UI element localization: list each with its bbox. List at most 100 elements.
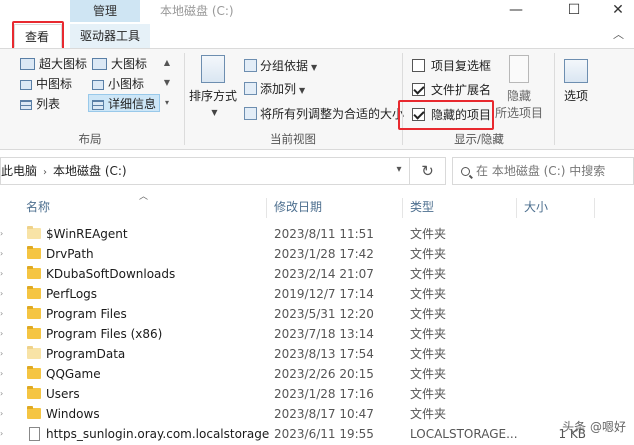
folder-icon [27,346,41,359]
window-title: 本地磁盘 (C:) [160,4,234,18]
file-name: KDubaSoftDownloads [46,267,176,281]
column-divider[interactable] [266,198,267,218]
layout-list[interactable]: 列表 [20,95,60,113]
breadcrumb-local-disk[interactable]: 本地磁盘 (C:) [53,164,127,178]
medium-icons-icon [20,80,32,90]
folder-icon [27,326,41,339]
folder-icon [27,286,41,299]
file-type: 文件夹 [410,347,447,361]
file-date-modified: 2023/2/14 21:07 [274,267,374,281]
file-name: https_sunlogin.oray.com.localstorage [46,427,270,441]
file-row[interactable]: › Program Files (x86) 2023/7/18 13:14 文件夹 [0,324,634,344]
fit-columns-icon [244,107,257,120]
file-date-modified: 2023/5/31 12:20 [274,307,374,321]
file-row[interactable]: › KDubaSoftDownloads 2023/2/14 21:07 文件夹 [0,264,634,284]
file-row[interactable]: › PerfLogs 2019/12/7 17:14 文件夹 [0,284,634,304]
tab-drive-tools[interactable]: 驱动器工具 [70,24,151,48]
options-icon [564,59,588,83]
file-name: Program Files [46,307,127,321]
file-type: 文件夹 [410,387,447,401]
group-separator [402,53,403,145]
layout-scroll[interactable]: ▲ ▼ ▾ [162,53,172,115]
group-by-button[interactable]: 分组依据 ▼ [244,57,317,75]
file-name: QQGame [46,367,101,381]
file-extensions-checkbox[interactable] [412,83,425,96]
small-icons-icon [92,80,104,90]
file-type: 文件夹 [410,247,447,261]
file-date-modified: 2019/12/7 17:14 [274,287,374,301]
file-extensions-toggle[interactable]: 文件扩展名 [412,81,491,99]
manage-context-tab[interactable]: 管理 [70,0,140,22]
item-checkboxes-checkbox[interactable] [412,59,425,72]
chevron-right-icon: › [0,269,4,278]
breadcrumb-this-pc[interactable]: 此电脑 [1,164,37,178]
large-icons-icon [92,58,107,70]
file-row[interactable]: › ProgramData 2023/8/13 17:54 文件夹 [0,344,634,364]
file-date-modified: 2023/8/13 17:54 [274,347,374,361]
folder-icon [27,226,41,239]
maximize-button[interactable]: ☐ [558,0,590,22]
group-by-icon [244,59,257,72]
file-name: Program Files (x86) [46,327,163,341]
file-row[interactable]: › Users 2023/1/28 17:16 文件夹 [0,384,634,404]
folder-icon [27,246,41,259]
column-divider[interactable] [516,198,517,218]
file-type: 文件夹 [410,367,447,381]
file-date-modified: 2023/2/26 20:15 [274,367,374,381]
column-divider[interactable] [594,198,595,218]
file-row[interactable]: › DrvPath 2023/1/28 17:42 文件夹 [0,244,634,264]
file-date-modified: 2023/1/28 17:42 [274,247,374,261]
chevron-down-icon[interactable]: ▾ [388,157,410,183]
current-view-group-label: 当前视图 [270,132,316,146]
chevron-right-icon: › [0,289,4,298]
file-row[interactable]: › $WinREAgent 2023/8/11 11:51 文件夹 [0,224,634,244]
column-divider[interactable] [402,198,403,218]
search-input[interactable]: 在 本地磁盘 (C:) 中搜索 [452,157,634,185]
column-size[interactable]: 大小 [524,196,548,218]
file-row[interactable]: › Windows 2023/8/17 10:47 文件夹 [0,404,634,424]
layout-details[interactable]: 详细信息 [88,94,161,112]
address-field[interactable]: 此电脑 › 本地磁盘 (C:) [0,157,410,185]
chevron-right-icon: › [0,229,4,238]
column-date-modified[interactable]: 修改日期 [274,196,322,218]
file-row[interactable]: › QQGame 2023/2/26 20:15 文件夹 [0,364,634,384]
layout-extra-large-icons[interactable]: 超大图标 [20,55,87,73]
item-checkboxes-toggle[interactable]: 项目复选框 [412,57,491,75]
sort-by-button[interactable]: 排序方式 ▼ [188,55,238,118]
file-date-modified: 2023/8/11 11:51 [274,227,374,241]
chevron-right-icon: › [43,167,48,178]
file-name: Users [46,387,80,401]
file-type: 文件夹 [410,267,447,281]
size-all-columns-button[interactable]: 将所有列调整为合适的大小 [244,105,404,123]
file-name: $WinREAgent [46,227,128,241]
hide-selected-items-button[interactable]: 隐藏 所选项目 [494,55,544,121]
column-type[interactable]: 类型 [410,196,434,218]
minimize-button[interactable]: — [500,0,532,22]
column-name[interactable]: 名称 [26,196,50,218]
layout-group-label: 布局 [78,132,102,146]
folder-icon [27,366,41,379]
layout-large-icons[interactable]: 大图标 [92,55,147,73]
layout-medium-icons[interactable]: 中图标 [20,75,72,93]
chevron-right-icon: › [0,429,4,438]
file-date-modified: 2023/1/28 17:16 [274,387,374,401]
folder-icon [27,406,41,419]
add-column-button[interactable]: 添加列 ▼ [244,80,305,98]
options-button[interactable]: 选项 [556,59,596,104]
hide-icon [509,55,529,83]
collapse-ribbon-icon[interactable]: ︿ [613,26,624,42]
refresh-button[interactable]: ↻ [410,157,446,185]
sort-icon [201,55,225,83]
group-separator [184,53,185,145]
add-column-icon [244,82,257,95]
file-row[interactable]: › Program Files 2023/5/31 12:20 文件夹 [0,304,634,324]
close-button[interactable]: ✕ [602,0,634,22]
file-name: DrvPath [46,247,94,261]
highlight-hidden-items [398,100,494,130]
chevron-right-icon: › [0,249,4,258]
search-icon [461,167,470,176]
file-row[interactable]: › https_sunlogin.oray.com.localstorage 202… [0,424,634,444]
chevron-right-icon: › [0,409,4,418]
layout-small-icons[interactable]: 小图标 [92,75,144,93]
file-type: 文件夹 [410,227,447,241]
